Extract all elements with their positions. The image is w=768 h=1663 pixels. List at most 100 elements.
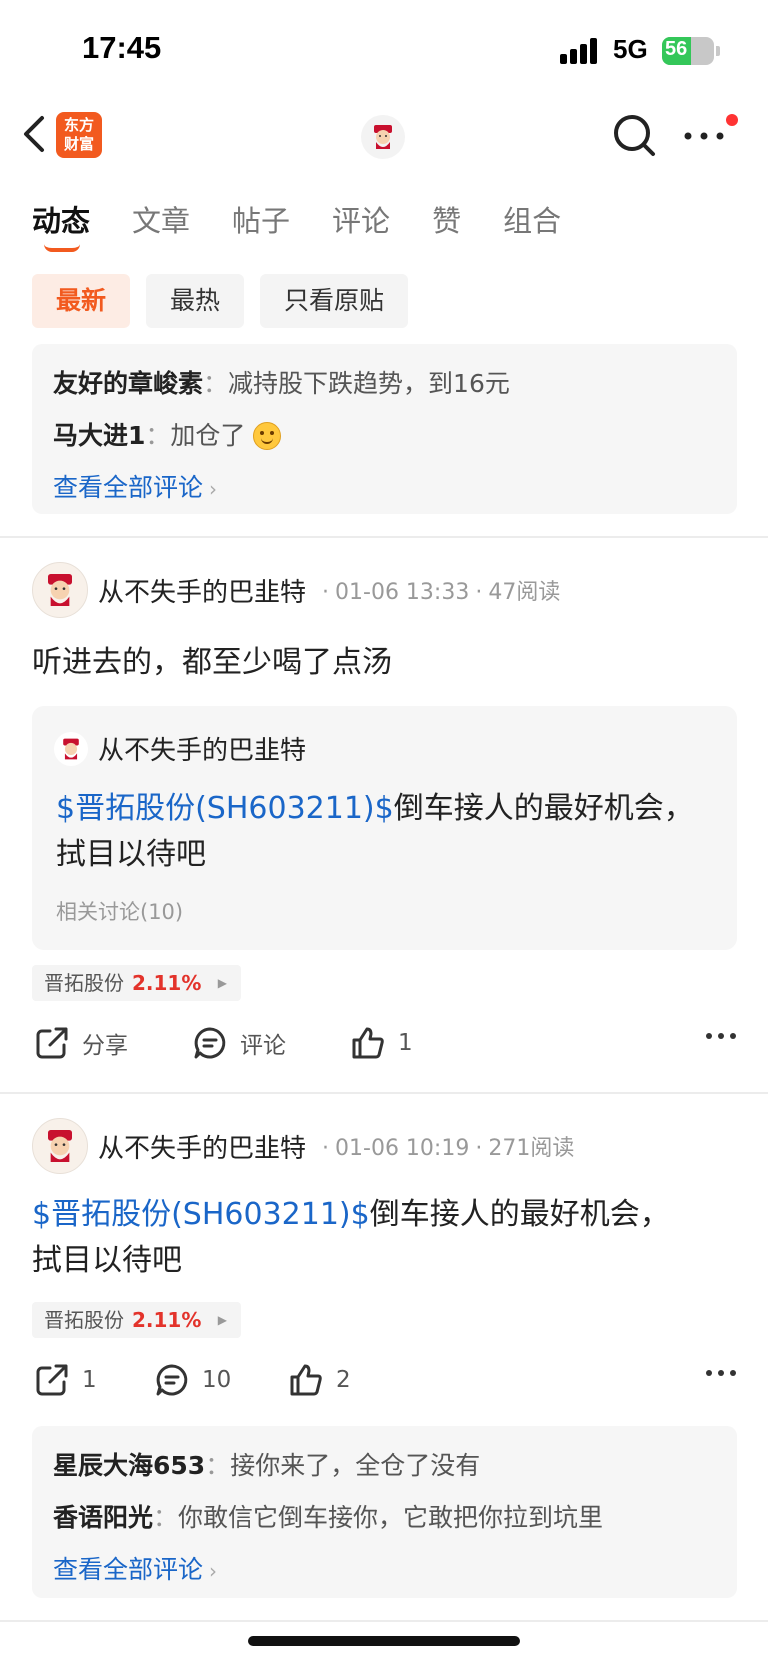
post-body[interactable]: 听进去的，都至少喝了点汤 — [32, 640, 732, 686]
tab-label: 动态 — [32, 204, 91, 238]
post-actions: 分享 评论 1 — [32, 1025, 737, 1071]
user-avatar[interactable] — [32, 1118, 88, 1174]
battery-cap — [716, 46, 720, 56]
comment-author[interactable]: 星辰大海653 — [53, 1451, 205, 1480]
like-button[interactable]: 2 — [288, 1362, 351, 1398]
divider — [0, 536, 768, 538]
share-label: 分享 — [82, 1033, 128, 1059]
tab-bar: 动态 文章 帖子 评论 赞 组合 — [32, 198, 603, 252]
post-actions: 1 10 2 — [32, 1362, 737, 1408]
read-count: 47阅读 — [488, 580, 561, 605]
caishen-avatar-icon — [374, 125, 392, 149]
chevron-right-icon: › — [209, 1559, 218, 1583]
comment-item[interactable]: 友好的章峻素：减持股下跌趋势，到16元 — [53, 358, 716, 410]
comment-author[interactable]: 香语阳光 — [53, 1503, 153, 1532]
caishen-avatar-icon — [63, 738, 79, 759]
play-triangle-icon: ▶ — [217, 1313, 227, 1327]
comment-author[interactable]: 友好的章峻素 — [53, 369, 203, 398]
stock-link[interactable]: $晋拓股份(SH603211)$ — [32, 1197, 370, 1232]
stock-tag[interactable]: 晋拓股份 2.11% ▶ — [32, 965, 241, 1001]
post-more-icon[interactable] — [705, 1031, 737, 1041]
battery-icon: 56 — [662, 37, 714, 65]
filter-latest[interactable]: 最新 — [32, 274, 131, 328]
comment-preview: 星辰大海653：接你来了，全仓了没有 香语阳光：你敢信它倒车接你，它敢把你拉到坑… — [32, 1426, 737, 1598]
comment-label: 评论 — [240, 1033, 286, 1059]
logo-text-top: 东方 — [63, 116, 94, 134]
share-button[interactable]: 1 — [34, 1362, 97, 1398]
comment-text: 你敢信它倒车接你，它敢把你拉到坑里 — [178, 1503, 604, 1532]
tab-label: 赞 — [432, 204, 462, 238]
filter-hottest[interactable]: 最热 — [146, 274, 245, 328]
filter-original-only[interactable]: 只看原贴 — [260, 274, 409, 328]
tab-posts[interactable]: 帖子 — [232, 198, 290, 248]
comment-preview: 友好的章峻素：减持股下跌趋势，到16元 马大进1：加仓了 查看全部评论 › — [32, 344, 737, 514]
caishen-avatar-icon — [48, 1130, 72, 1162]
play-triangle-icon: ▶ — [217, 976, 227, 990]
comment-button[interactable]: 评论 — [192, 1025, 286, 1061]
comment-item[interactable]: 香语阳光：你敢信它倒车接你，它敢把你拉到坑里 — [53, 1492, 716, 1544]
thumbs-up-icon — [290, 1364, 322, 1396]
tab-comments[interactable]: 评论 — [332, 198, 390, 248]
more-options-icon[interactable] — [680, 118, 728, 154]
search-icon[interactable] — [612, 113, 656, 157]
quoted-post[interactable]: 从不失手的巴韭特 $晋拓股份(SH603211)$倒车接人的最好机会， 拭目以待… — [32, 706, 737, 950]
logo-text-bottom: 财富 — [63, 135, 94, 153]
chevron-right-icon: › — [209, 477, 218, 501]
thumbs-up-icon — [352, 1027, 384, 1059]
comment-author[interactable]: 马大进1 — [53, 421, 145, 450]
signal-icon — [560, 38, 602, 64]
smile-emoji-icon — [253, 422, 282, 450]
share-icon — [36, 1027, 68, 1059]
user-avatar — [54, 731, 88, 766]
post-body[interactable]: $晋拓股份(SH603211)$倒车接人的最好机会， 拭目以待吧 — [32, 1192, 732, 1284]
quoted-post-text: $晋拓股份(SH603211)$倒车接人的最好机会， 拭目以待吧 — [56, 786, 716, 878]
notification-dot — [726, 114, 738, 126]
stock-change: 2.11% — [132, 971, 202, 995]
view-all-label: 查看全部评论 — [53, 473, 204, 502]
user-avatar[interactable] — [32, 562, 88, 618]
post-header: 从不失手的巴韭特 · 01-06 10:19 · 271阅读 — [32, 1118, 574, 1174]
tab-activity[interactable]: 动态 — [32, 198, 91, 252]
tab-articles[interactable]: 文章 — [132, 198, 190, 248]
tab-label: 文章 — [132, 204, 191, 238]
like-button[interactable]: 1 — [350, 1025, 413, 1061]
comment-item[interactable]: 马大进1：加仓了 — [53, 410, 716, 462]
comment-item[interactable]: 星辰大海653：接你来了，全仓了没有 — [53, 1440, 716, 1492]
username[interactable]: 从不失手的巴韭特 — [98, 572, 306, 609]
stock-tag[interactable]: 晋拓股份 2.11% ▶ — [32, 1302, 241, 1338]
caishen-avatar-icon — [48, 574, 72, 606]
post-time: 01-06 13:33 — [335, 580, 470, 605]
stock-link[interactable]: $晋拓股份(SH603211)$ — [56, 791, 394, 826]
post-more-icon[interactable] — [705, 1368, 737, 1378]
tab-label: 帖子 — [232, 204, 291, 238]
share-count: 1 — [82, 1367, 97, 1393]
tab-likes[interactable]: 赞 — [432, 198, 461, 248]
view-all-comments-link[interactable]: 查看全部评论 › — [53, 1544, 716, 1596]
active-tab-indicator — [44, 244, 80, 252]
app-logo[interactable]: 东方 财富 — [56, 112, 102, 158]
back-arrow-icon[interactable] — [18, 114, 52, 154]
comment-icon — [194, 1027, 226, 1059]
home-indicator[interactable] — [248, 1636, 520, 1646]
quoted-text-line: 拭目以待吧 — [56, 837, 206, 872]
post-meta: · 01-06 13:33 · 47阅读 — [322, 580, 561, 605]
status-time: 17:45 — [82, 30, 162, 65]
stock-name: 晋拓股份 — [44, 1308, 124, 1332]
profile-avatar[interactable] — [361, 115, 405, 159]
like-count: 1 — [398, 1030, 413, 1056]
comment-count: 10 — [202, 1367, 232, 1393]
share-button[interactable]: 分享 — [34, 1025, 128, 1061]
comment-icon — [156, 1364, 188, 1396]
view-all-comments-link[interactable]: 查看全部评论 › — [53, 462, 716, 514]
quoted-username: 从不失手的巴韭特 — [98, 736, 307, 766]
comment-button[interactable]: 10 — [154, 1362, 231, 1398]
view-all-label: 查看全部评论 — [53, 1555, 204, 1584]
post-header: 从不失手的巴韭特 · 01-06 13:33 · 47阅读 — [32, 562, 560, 618]
quoted-text-line: 倒车接人的最好机会， — [393, 791, 694, 826]
tab-portfolio[interactable]: 组合 — [503, 198, 561, 248]
comment-text: 接你来了，全仓了没有 — [230, 1451, 481, 1480]
divider — [0, 1620, 768, 1622]
related-discussions[interactable]: 相关讨论(10) — [56, 896, 183, 926]
stock-change: 2.11% — [132, 1308, 202, 1332]
username[interactable]: 从不失手的巴韭特 — [98, 1128, 306, 1165]
